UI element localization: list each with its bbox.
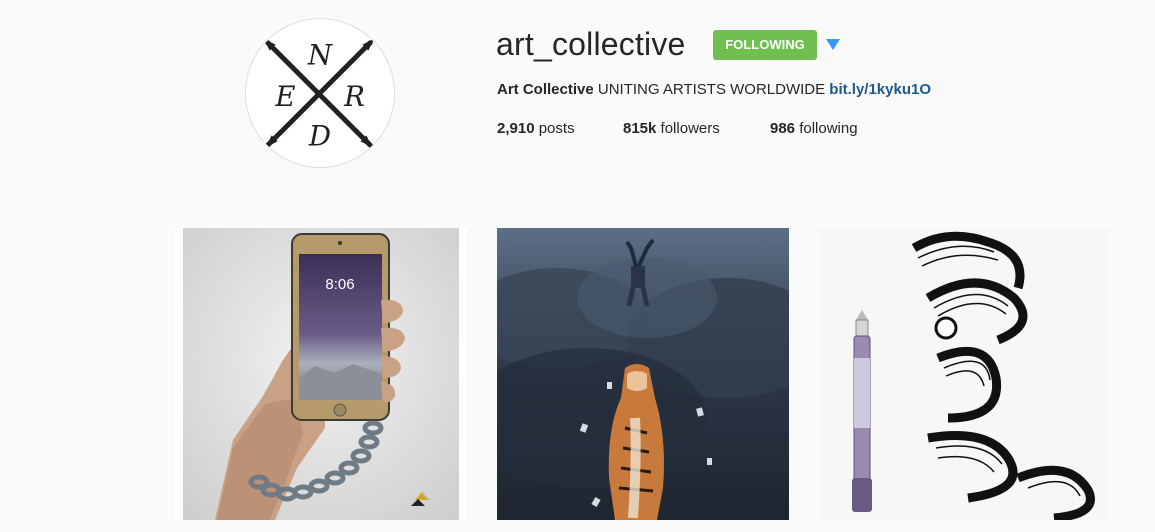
profile-bio: Art Collective UNITING ARTISTS WORLDWIDE… bbox=[497, 81, 931, 99]
post-tile-ink-ribbons[interactable] bbox=[818, 228, 1110, 520]
profile-username: art_collective bbox=[496, 26, 686, 62]
posts-count: 2,910 bbox=[497, 120, 535, 137]
following-button[interactable]: FOLLOWING bbox=[713, 30, 817, 60]
followers-label: followers bbox=[660, 120, 720, 137]
following-label: following bbox=[799, 120, 858, 137]
tiger-sky-artwork bbox=[497, 228, 789, 520]
posts-stat: 2,910 posts bbox=[497, 120, 575, 138]
profile-link[interactable]: bit.ly/1kyku1O bbox=[829, 81, 931, 98]
following-count: 986 bbox=[770, 120, 796, 137]
profile-full-name: Art Collective bbox=[497, 81, 594, 98]
avatar-logo-icon: N E R D bbox=[246, 19, 394, 167]
post-tile-tiger-sky[interactable] bbox=[497, 228, 789, 520]
avatar-letter-top: N bbox=[307, 38, 333, 71]
followers-stat[interactable]: 815k followers bbox=[623, 120, 720, 138]
profile-avatar[interactable]: N E R D bbox=[245, 18, 395, 168]
avatar-letter-bottom: D bbox=[308, 119, 331, 152]
following-stat[interactable]: 986 following bbox=[770, 120, 858, 138]
phone-time: 8:06 bbox=[325, 276, 354, 293]
avatar-letter-right: R bbox=[343, 80, 365, 113]
profile-bio-text: UNITING ARTISTS WORLDWIDE bbox=[597, 81, 826, 98]
dropdown-arrow-icon[interactable] bbox=[826, 39, 840, 50]
post-tile-hand-phone[interactable]: 8:06 bbox=[175, 228, 467, 520]
hand-phone-artwork: 8:06 bbox=[175, 228, 467, 520]
ink-ribbons-artwork bbox=[818, 228, 1110, 520]
followers-count: 815k bbox=[623, 120, 657, 137]
posts-label: posts bbox=[538, 120, 575, 137]
avatar-letter-left: E bbox=[274, 80, 295, 113]
